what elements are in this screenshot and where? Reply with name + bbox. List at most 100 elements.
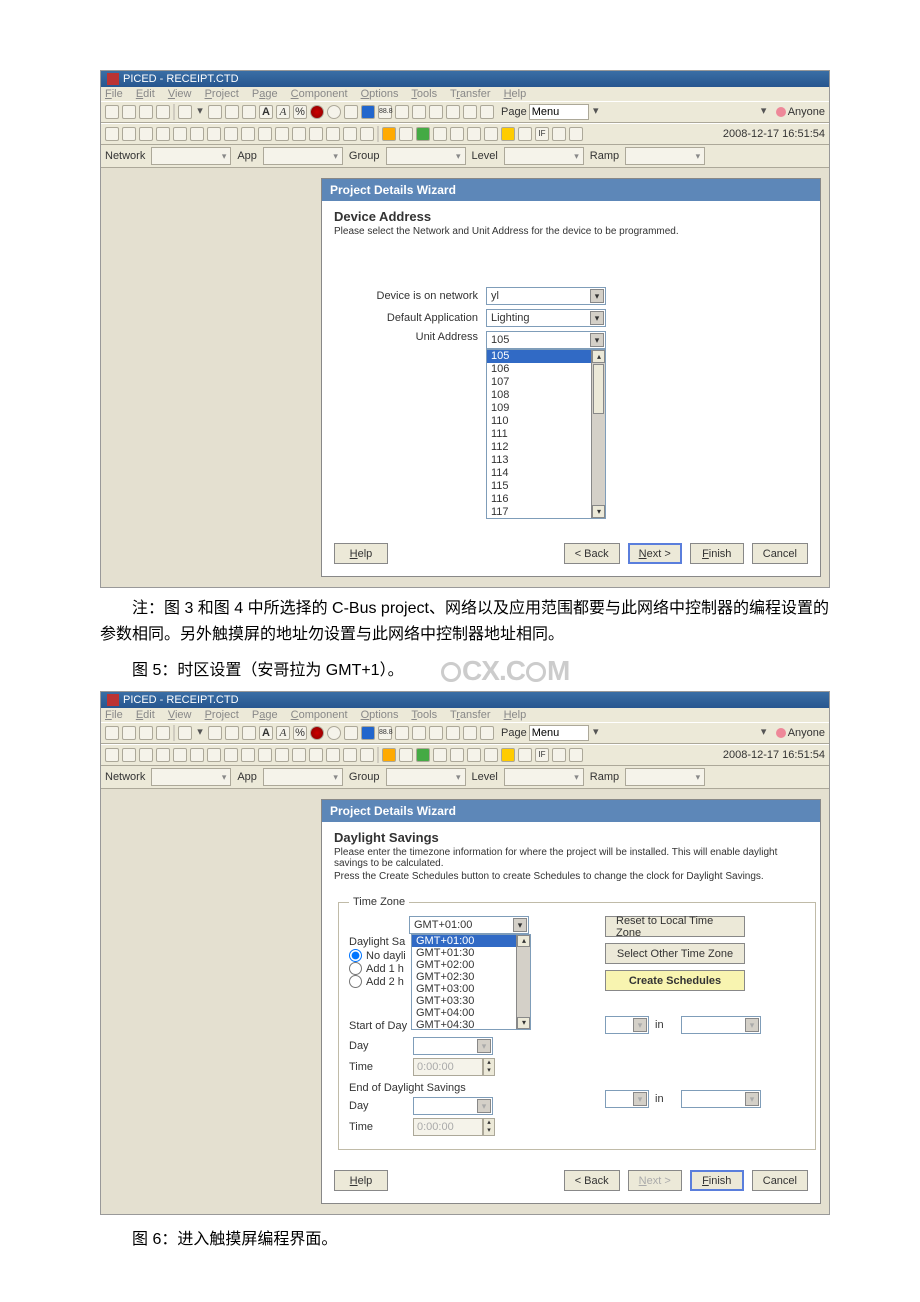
network-combo[interactable]: yl▾ <box>486 287 606 305</box>
new-blank-icon[interactable] <box>122 726 136 740</box>
tz-listbox[interactable]: GMT+01:00GMT+01:30GMT+02:00GMT+02:30GMT+… <box>411 934 531 1030</box>
start-month-combo[interactable]: ▾ <box>681 1016 761 1034</box>
up-icon[interactable] <box>416 748 430 762</box>
anyone-selector[interactable]: Anyone <box>776 727 825 739</box>
menu-file[interactable]: File <box>105 88 123 100</box>
brush-icon[interactable] <box>156 127 170 141</box>
anyone-selector[interactable]: Anyone <box>776 106 825 118</box>
rect-icon[interactable] <box>178 105 192 119</box>
end-day-combo[interactable]: ▾ <box>413 1097 493 1115</box>
k3-icon[interactable] <box>480 726 494 740</box>
page-input[interactable] <box>529 104 589 120</box>
grid-icon[interactable] <box>190 748 204 762</box>
abc-icon[interactable] <box>242 105 256 119</box>
scrollbar[interactable]: ▴▾ <box>591 350 605 518</box>
add2h-radio[interactable] <box>349 975 362 988</box>
chevron-down-icon[interactable]: ▾ <box>745 1018 759 1032</box>
chevron-down-icon[interactable]: ▾ <box>633 1018 647 1032</box>
menu-page[interactable]: Page <box>252 88 278 100</box>
open-icon[interactable] <box>139 726 153 740</box>
back-button[interactable]: < Back <box>564 1170 620 1191</box>
k1-icon[interactable] <box>446 105 460 119</box>
r5-icon[interactable] <box>343 748 357 762</box>
add1h-radio[interactable] <box>349 962 362 975</box>
disk-icon[interactable] <box>361 105 375 119</box>
chevron-down-icon[interactable]: ▾ <box>590 311 604 325</box>
menubar[interactable]: File Edit View Project Page Component Op… <box>101 708 829 722</box>
menu-tools[interactable]: Tools <box>411 88 437 100</box>
image2-icon[interactable] <box>225 105 239 119</box>
list-item[interactable]: GMT+02:30 <box>412 971 530 983</box>
chevron-down-icon[interactable]: ▾ <box>477 1099 491 1113</box>
r6-icon[interactable] <box>360 748 374 762</box>
ramp-dropdown[interactable] <box>625 768 705 786</box>
scroll-up-icon[interactable]: ▴ <box>592 350 605 363</box>
list-item[interactable]: GMT+02:00 <box>412 959 530 971</box>
save-icon[interactable] <box>156 105 170 119</box>
k2-icon[interactable] <box>463 726 477 740</box>
al4-icon[interactable] <box>258 748 272 762</box>
eq-icon[interactable] <box>484 127 498 141</box>
new-blank-icon[interactable] <box>122 105 136 119</box>
pagenav-dropdown-icon[interactable]: ▾ <box>759 725 769 741</box>
menu-file[interactable]: File <box>105 709 123 721</box>
scroll-down-icon[interactable]: ▾ <box>517 1017 530 1029</box>
bulb2-icon[interactable] <box>501 748 515 762</box>
menu-help[interactable]: Help <box>504 88 527 100</box>
rect-icon[interactable] <box>178 726 192 740</box>
doc-icon[interactable] <box>433 127 447 141</box>
menu-tools[interactable]: Tools <box>411 709 437 721</box>
eq-icon[interactable] <box>484 748 498 762</box>
chevron-down-icon[interactable]: ▾ <box>477 1039 491 1053</box>
list-item[interactable]: 116 <box>487 493 605 506</box>
arrows-icon[interactable] <box>399 748 413 762</box>
scrollbar[interactable]: ▴▾ <box>516 935 530 1029</box>
menu-transfer[interactable]: Transfer <box>450 88 491 100</box>
r6-icon[interactable] <box>360 127 374 141</box>
start-time-spinner[interactable]: ▴▾ <box>413 1058 495 1076</box>
clock-icon[interactable] <box>327 726 341 740</box>
network-dropdown[interactable] <box>151 147 231 165</box>
ramp-dropdown[interactable] <box>625 147 705 165</box>
sync-icon[interactable] <box>382 748 396 762</box>
new-icon[interactable] <box>105 105 119 119</box>
abc-icon[interactable] <box>242 726 256 740</box>
hand-icon[interactable] <box>569 127 583 141</box>
reset-tz-button[interactable]: Reset to Local Time Zone <box>605 916 745 937</box>
menu-view[interactable]: View <box>168 709 192 721</box>
image-icon[interactable] <box>208 726 222 740</box>
end-month-combo[interactable]: ▾ <box>681 1090 761 1108</box>
dropdown-icon[interactable]: ▾ <box>195 104 205 120</box>
chevron-down-icon[interactable]: ▾ <box>590 289 604 303</box>
brush-icon[interactable] <box>156 748 170 762</box>
new-icon[interactable] <box>105 726 119 740</box>
red-dot-icon[interactable] <box>310 105 324 119</box>
network-dropdown[interactable] <box>151 768 231 786</box>
sheet-icon[interactable] <box>467 127 481 141</box>
page-input[interactable] <box>529 725 589 741</box>
net-icon[interactable] <box>552 748 566 762</box>
text-a2-icon[interactable]: A <box>276 105 290 119</box>
list-icon[interactable] <box>395 105 409 119</box>
page-dropdown-icon[interactable]: ▾ <box>591 725 601 741</box>
al2-icon[interactable] <box>224 127 238 141</box>
bulb-icon[interactable] <box>412 726 426 740</box>
r2-icon[interactable] <box>292 127 306 141</box>
unit-listbox[interactable]: 1051061071081091101111121131141151161171… <box>486 349 606 519</box>
menu-component[interactable]: Component <box>291 88 348 100</box>
if-icon[interactable]: IF <box>535 748 549 762</box>
hand-icon[interactable] <box>569 748 583 762</box>
menu-edit[interactable]: Edit <box>136 88 155 100</box>
app-dropdown[interactable] <box>263 147 343 165</box>
r4-icon[interactable] <box>326 127 340 141</box>
clock-icon[interactable] <box>327 105 341 119</box>
cut-icon[interactable] <box>105 127 119 141</box>
copy-icon[interactable] <box>122 127 136 141</box>
list-item[interactable]: 109 <box>487 402 605 415</box>
help-button[interactable]: Help <box>334 1170 388 1191</box>
menu-project[interactable]: Project <box>205 88 239 100</box>
cancel-button[interactable]: Cancel <box>752 543 808 564</box>
tz-combo[interactable]: GMT+01:00▾ <box>409 916 529 934</box>
list-item[interactable]: 115 <box>487 480 605 493</box>
al2-icon[interactable] <box>224 748 238 762</box>
